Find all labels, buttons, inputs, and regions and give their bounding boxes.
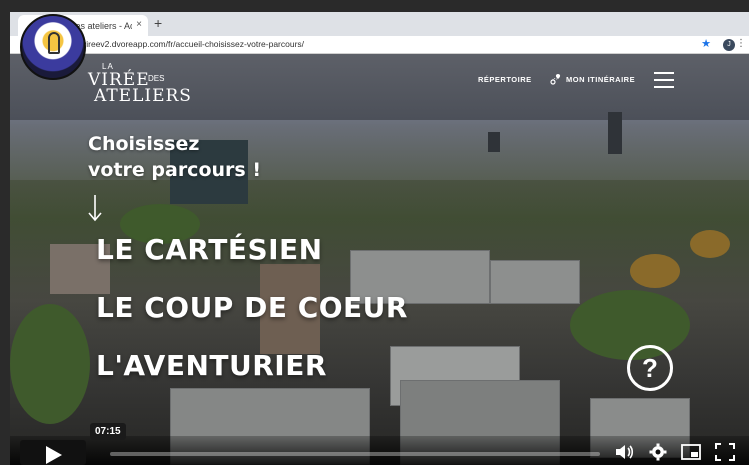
tree-cluster [570, 290, 690, 360]
website-hero: LA VIRÉE DES ATELIERS RÉPERTOIRE MON ITI… [10, 54, 749, 465]
page-heading: Choisissez votre parcours ! [88, 131, 261, 183]
nav-itinerary-label: MON ITINÉRAIRE [566, 74, 636, 84]
nav-repertoire-link[interactable]: RÉPERTOIRE [478, 75, 532, 84]
profile-avatar[interactable]: J [723, 39, 735, 51]
play-button[interactable] [20, 440, 86, 465]
heading-line-1: Choisissez [88, 133, 200, 155]
tree-cluster [10, 304, 90, 424]
url-text[interactable]: vireev2.dvoreapp.com/fr/accueil-choisiss… [82, 39, 304, 49]
logo-ateliers: ATELIERS [94, 86, 192, 106]
skyline-building [488, 132, 500, 152]
nav-itinerary-link[interactable]: MON ITINÉRAIRE [550, 73, 635, 85]
arrow-down-icon [88, 195, 102, 222]
video-frame: La virée des ateliers - Accueil × + 🔒 vi… [0, 0, 749, 465]
settings-gear-icon[interactable] [648, 443, 668, 461]
heading-line-2: votre parcours ! [88, 159, 261, 181]
choice-cartesien-link[interactable]: LE CARTÉSIEN [96, 233, 323, 266]
play-icon [46, 446, 62, 464]
volume-icon[interactable] [614, 443, 634, 461]
webcam-overlay [20, 14, 86, 80]
tree-cluster [630, 254, 680, 288]
logo-des: DES [148, 74, 165, 83]
video-progress-bar[interactable] [110, 452, 600, 456]
tab-close-icon[interactable]: × [136, 19, 142, 30]
video-control-bar [10, 436, 749, 465]
video-timestamp: 07:15 [90, 423, 126, 440]
fullscreen-icon[interactable] [715, 443, 735, 461]
browser-menu-icon[interactable]: ⋮ [736, 38, 746, 49]
help-button[interactable]: ? [627, 345, 673, 391]
bookmark-star-icon[interactable]: ★ [701, 37, 711, 50]
webcam-figure [48, 32, 60, 54]
tree-cluster [690, 230, 730, 258]
picture-in-picture-icon[interactable] [681, 443, 701, 461]
new-tab-button[interactable]: + [154, 15, 162, 31]
route-icon [550, 74, 561, 85]
warehouse-roof [490, 260, 580, 304]
hamburger-menu-icon[interactable] [654, 72, 674, 88]
choice-aventurier-link[interactable]: L'AVENTURIER [96, 349, 327, 382]
address-bar[interactable]: 🔒 vireev2.dvoreapp.com/fr/accueil-choisi… [10, 36, 749, 54]
browser-tab-bar: La virée des ateliers - Accueil × + [10, 12, 749, 36]
skyline-tower [608, 112, 622, 154]
choice-coup-de-coeur-link[interactable]: LE COUP DE COEUR [96, 291, 408, 324]
